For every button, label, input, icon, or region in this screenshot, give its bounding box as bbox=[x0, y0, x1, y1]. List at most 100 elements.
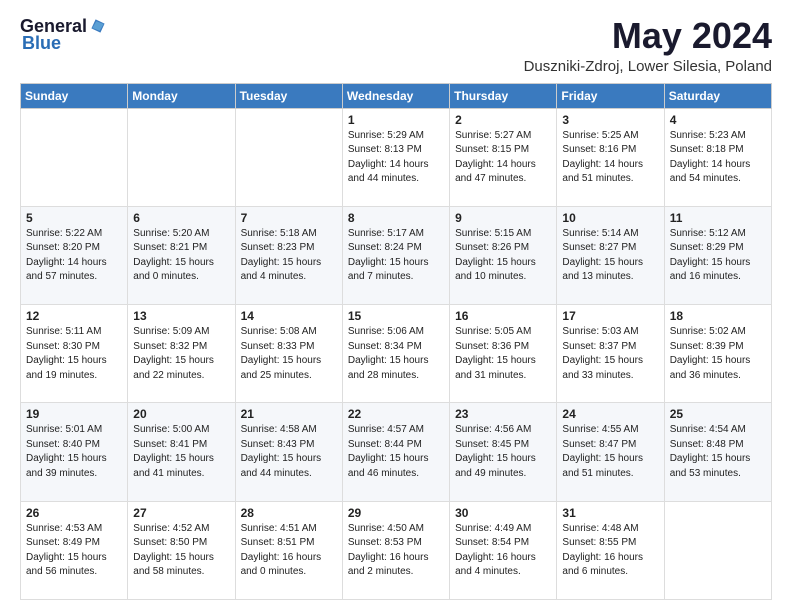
col-header-saturday: Saturday bbox=[664, 83, 771, 108]
calendar-week-row: 1Sunrise: 5:29 AM Sunset: 8:13 PM Daylig… bbox=[21, 108, 772, 206]
day-number: 11 bbox=[670, 211, 766, 225]
day-info: Sunrise: 5:17 AM Sunset: 8:24 PM Dayligh… bbox=[348, 227, 444, 285]
day-info: Sunrise: 5:15 AM Sunset: 8:26 PM Dayligh… bbox=[455, 227, 551, 285]
calendar-cell: 25 Sunrise: 4:54 AM Sunset: 8:48 PM Dayli… bbox=[664, 403, 771, 501]
col-header-thursday: Thursday bbox=[450, 83, 557, 108]
calendar-cell: 22Sunrise: 4:57 AM Sunset: 8:44 PM Dayli… bbox=[342, 403, 449, 501]
calendar-cell: 18Sunrise: 5:02 AM Sunset: 8:39 PM Dayli… bbox=[664, 305, 771, 403]
day-number: 29 bbox=[348, 506, 444, 520]
calendar-cell: 28Sunrise: 4:51 AM Sunset: 8:51 PM Dayli… bbox=[235, 501, 342, 599]
day-number: 19 bbox=[26, 407, 122, 421]
calendar-cell: 6 Sunrise: 5:20 AM Sunset: 8:21 PM Daylig… bbox=[128, 206, 235, 304]
day-number: 3 bbox=[562, 113, 658, 127]
day-info: Sunrise: 5:18 AM Sunset: 8:23 PM Dayligh… bbox=[241, 227, 337, 285]
calendar-cell bbox=[128, 108, 235, 206]
day-info: Sunrise: 5:12 AM Sunset: 8:29 PM Dayligh… bbox=[670, 227, 766, 285]
day-number: 9 bbox=[455, 211, 551, 225]
calendar-cell bbox=[664, 501, 771, 599]
day-number: 27 bbox=[133, 506, 229, 520]
day-number: 21 bbox=[241, 407, 337, 421]
calendar-cell: 3 Sunrise: 5:25 AM Sunset: 8:16 PM Daylig… bbox=[557, 108, 664, 206]
calendar-week-row: 12 Sunrise: 5:11 AM Sunset: 8:30 PM Dayli… bbox=[21, 305, 772, 403]
day-number: 22 bbox=[348, 407, 444, 421]
day-number: 31 bbox=[562, 506, 658, 520]
calendar-cell: 16 Sunrise: 5:05 AM Sunset: 8:36 PM Dayli… bbox=[450, 305, 557, 403]
day-number: 2 bbox=[455, 113, 551, 127]
day-info: Sunrise: 4:48 AM Sunset: 8:55 PM Dayligh… bbox=[562, 522, 658, 580]
calendar-cell: 30 Sunrise: 4:49 AM Sunset: 8:54 PM Dayli… bbox=[450, 501, 557, 599]
day-info: Sunrise: 5:14 AM Sunset: 8:27 PM Dayligh… bbox=[562, 227, 658, 285]
calendar-cell: 1Sunrise: 5:29 AM Sunset: 8:13 PM Daylig… bbox=[342, 108, 449, 206]
day-number: 7 bbox=[241, 211, 337, 225]
calendar-cell: 17 Sunrise: 5:03 AM Sunset: 8:37 PM Dayli… bbox=[557, 305, 664, 403]
calendar-cell: 14 Sunrise: 5:08 AM Sunset: 8:33 PM Dayli… bbox=[235, 305, 342, 403]
day-number: 5 bbox=[26, 211, 122, 225]
calendar-cell: 2 Sunrise: 5:27 AM Sunset: 8:15 PM Daylig… bbox=[450, 108, 557, 206]
calendar-cell: 29Sunrise: 4:50 AM Sunset: 8:53 PM Dayli… bbox=[342, 501, 449, 599]
calendar-week-row: 26 Sunrise: 4:53 AM Sunset: 8:49 PM Dayli… bbox=[21, 501, 772, 599]
calendar-cell: 23 Sunrise: 4:56 AM Sunset: 8:45 PM Dayli… bbox=[450, 403, 557, 501]
calendar-header-row: SundayMondayTuesdayWednesdayThursdayFrid… bbox=[21, 83, 772, 108]
day-info: Sunrise: 5:25 AM Sunset: 8:16 PM Dayligh… bbox=[562, 129, 658, 187]
col-header-tuesday: Tuesday bbox=[235, 83, 342, 108]
day-number: 26 bbox=[26, 506, 122, 520]
day-info: Sunrise: 5:08 AM Sunset: 8:33 PM Dayligh… bbox=[241, 325, 337, 383]
calendar-cell: 21 Sunrise: 4:58 AM Sunset: 8:43 PM Dayli… bbox=[235, 403, 342, 501]
calendar-cell: 10 Sunrise: 5:14 AM Sunset: 8:27 PM Dayli… bbox=[557, 206, 664, 304]
day-info: Sunrise: 4:53 AM Sunset: 8:49 PM Dayligh… bbox=[26, 522, 122, 580]
day-info: Sunrise: 5:05 AM Sunset: 8:36 PM Dayligh… bbox=[455, 325, 551, 383]
day-info: Sunrise: 4:52 AM Sunset: 8:50 PM Dayligh… bbox=[133, 522, 229, 580]
day-number: 6 bbox=[133, 211, 229, 225]
day-info: Sunrise: 5:02 AM Sunset: 8:39 PM Dayligh… bbox=[670, 325, 766, 383]
col-header-monday: Monday bbox=[128, 83, 235, 108]
calendar-cell: 5Sunrise: 5:22 AM Sunset: 8:20 PM Daylig… bbox=[21, 206, 128, 304]
day-info: Sunrise: 4:54 AM Sunset: 8:48 PM Dayligh… bbox=[670, 423, 766, 481]
calendar-cell: 12 Sunrise: 5:11 AM Sunset: 8:30 PM Dayli… bbox=[21, 305, 128, 403]
calendar-cell: 27 Sunrise: 4:52 AM Sunset: 8:50 PM Dayli… bbox=[128, 501, 235, 599]
calendar-cell: 20Sunrise: 5:00 AM Sunset: 8:41 PM Dayli… bbox=[128, 403, 235, 501]
calendar-week-row: 5Sunrise: 5:22 AM Sunset: 8:20 PM Daylig… bbox=[21, 206, 772, 304]
logo: General Blue bbox=[20, 16, 107, 54]
day-number: 8 bbox=[348, 211, 444, 225]
day-number: 25 bbox=[670, 407, 766, 421]
logo-blue-text: Blue bbox=[22, 33, 61, 54]
day-info: Sunrise: 4:58 AM Sunset: 8:43 PM Dayligh… bbox=[241, 423, 337, 481]
calendar-week-row: 19Sunrise: 5:01 AM Sunset: 8:40 PM Dayli… bbox=[21, 403, 772, 501]
day-number: 16 bbox=[455, 309, 551, 323]
day-info: Sunrise: 4:49 AM Sunset: 8:54 PM Dayligh… bbox=[455, 522, 551, 580]
day-number: 23 bbox=[455, 407, 551, 421]
title-block: May 2024 Duszniki-Zdroj, Lower Silesia, … bbox=[524, 16, 772, 75]
day-number: 20 bbox=[133, 407, 229, 421]
col-header-friday: Friday bbox=[557, 83, 664, 108]
day-number: 28 bbox=[241, 506, 337, 520]
day-info: Sunrise: 5:09 AM Sunset: 8:32 PM Dayligh… bbox=[133, 325, 229, 383]
calendar-cell: 7 Sunrise: 5:18 AM Sunset: 8:23 PM Daylig… bbox=[235, 206, 342, 304]
day-info: Sunrise: 5:11 AM Sunset: 8:30 PM Dayligh… bbox=[26, 325, 122, 383]
day-number: 10 bbox=[562, 211, 658, 225]
day-number: 14 bbox=[241, 309, 337, 323]
calendar-cell: 24 Sunrise: 4:55 AM Sunset: 8:47 PM Dayli… bbox=[557, 403, 664, 501]
calendar-cell: 8 Sunrise: 5:17 AM Sunset: 8:24 PM Daylig… bbox=[342, 206, 449, 304]
day-number: 30 bbox=[455, 506, 551, 520]
calendar-cell: 19Sunrise: 5:01 AM Sunset: 8:40 PM Dayli… bbox=[21, 403, 128, 501]
day-info: Sunrise: 5:23 AM Sunset: 8:18 PM Dayligh… bbox=[670, 129, 766, 187]
day-number: 15 bbox=[348, 309, 444, 323]
day-number: 17 bbox=[562, 309, 658, 323]
day-number: 4 bbox=[670, 113, 766, 127]
logo-icon bbox=[89, 17, 107, 35]
day-number: 1 bbox=[348, 113, 444, 127]
calendar-cell: 31 Sunrise: 4:48 AM Sunset: 8:55 PM Dayli… bbox=[557, 501, 664, 599]
day-info: Sunrise: 5:03 AM Sunset: 8:37 PM Dayligh… bbox=[562, 325, 658, 383]
calendar-cell bbox=[21, 108, 128, 206]
day-info: Sunrise: 4:56 AM Sunset: 8:45 PM Dayligh… bbox=[455, 423, 551, 481]
calendar-cell: 9 Sunrise: 5:15 AM Sunset: 8:26 PM Daylig… bbox=[450, 206, 557, 304]
day-info: Sunrise: 5:27 AM Sunset: 8:15 PM Dayligh… bbox=[455, 129, 551, 187]
day-number: 24 bbox=[562, 407, 658, 421]
day-info: Sunrise: 4:55 AM Sunset: 8:47 PM Dayligh… bbox=[562, 423, 658, 481]
calendar-cell bbox=[235, 108, 342, 206]
day-info: Sunrise: 5:20 AM Sunset: 8:21 PM Dayligh… bbox=[133, 227, 229, 285]
day-number: 12 bbox=[26, 309, 122, 323]
location-title: Duszniki-Zdroj, Lower Silesia, Poland bbox=[524, 58, 772, 75]
col-header-sunday: Sunday bbox=[21, 83, 128, 108]
page: General Blue May 2024 Duszniki-Zdroj, Lo… bbox=[0, 0, 792, 612]
